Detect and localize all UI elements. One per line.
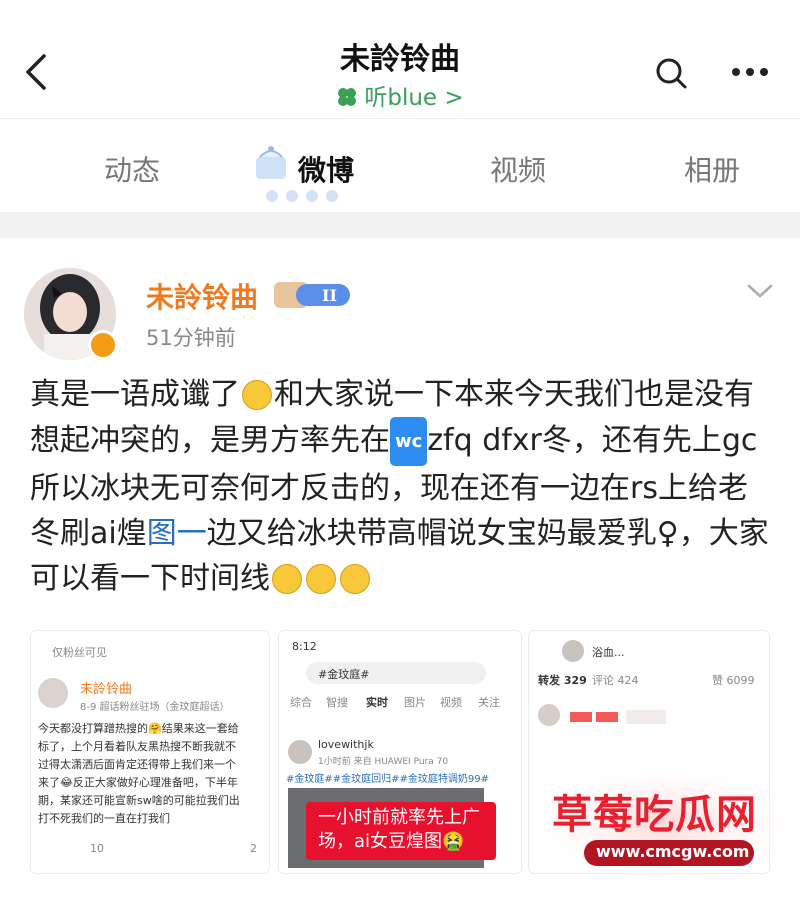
avatar: [38, 678, 68, 708]
avatar: [288, 740, 312, 764]
smile-emoji-icon: [242, 380, 272, 410]
more-icon[interactable]: [730, 66, 770, 78]
image2-status-time: 8:12: [292, 640, 317, 653]
image2-user: lovewithjk: [318, 738, 374, 751]
image2-tab: 关注: [478, 696, 500, 709]
image2-meta: 1小时前 来自 HUAWEI Pura 70: [318, 757, 449, 767]
image2-search-text: #金玟庭#: [318, 668, 370, 681]
image1-meta: 8-9 超话粉丝驻场（金玟庭超话）: [80, 702, 230, 713]
level-badge-text: II: [322, 286, 337, 305]
subtitle-text: 听blue >: [364, 85, 464, 111]
image3-repost: 转发 329: [538, 674, 587, 687]
image2-overlay-text: 一小时前就率先上广场，ai女豆煌图🤮: [318, 807, 480, 852]
profile-tabs: 动态 微博 视频 相册: [0, 118, 800, 212]
image1-comments: 10: [90, 842, 104, 855]
image3-tag: [570, 712, 592, 722]
crying-emoji-icon: [272, 564, 302, 594]
image3-name: 浴血...: [592, 646, 625, 659]
image1-line: 期，某家还可能宣新sw啥的可能拉我们出: [38, 794, 240, 807]
tab-dynamic[interactable]: 动态: [104, 149, 160, 189]
avatar: [562, 640, 584, 662]
post-text-part: 真是一语成谶了: [30, 377, 240, 412]
tab-decoration-icon: [266, 190, 338, 202]
post-time: 51分钟前: [146, 326, 236, 350]
section-divider: [0, 212, 800, 238]
verified-badge-icon: [88, 330, 118, 360]
image2-tab: 实时: [366, 696, 388, 709]
image1-username: 未詅铃曲: [80, 682, 133, 697]
image1-likes: 2: [250, 842, 257, 855]
crying-emoji-icon: [340, 564, 370, 594]
image3-comment: 评论 424: [592, 674, 639, 687]
cake-icon: [256, 146, 286, 179]
post-username[interactable]: 未詅铃曲: [146, 276, 258, 316]
fans-only-label: 仅粉丝可见: [52, 646, 107, 659]
image3-placeholder: [626, 710, 666, 724]
image1-line: 过得太潇洒后面肯定还得带上我们来一个: [38, 758, 236, 771]
post-text: 真是一语成谶了 和大家说一下本来今天我们也是没有想起冲突的，是男方率先在 wc zfq…: [30, 372, 770, 601]
image1-line: 今天都没打算蹭热搜的🤗结果来这一套给: [38, 722, 239, 735]
chevron-down-icon[interactable]: [746, 282, 774, 300]
wc-badge: wc: [390, 417, 428, 466]
watermark-title: 草莓吃瓜网: [552, 792, 757, 838]
post-link[interactable]: 图一: [147, 516, 207, 551]
image2-tab: 智搜: [326, 696, 348, 709]
crying-emoji-icon: [306, 564, 336, 594]
image3-tag: [596, 712, 618, 722]
clover-icon: [338, 88, 357, 106]
image2-tags: #金玟庭##金玟庭回归##金玟庭特调奶99#: [286, 774, 489, 785]
watermark-url: www.cmcgw.com: [596, 842, 750, 861]
avatar: [538, 704, 560, 726]
search-icon[interactable]: [654, 56, 688, 90]
image2-tab: 图片: [404, 696, 426, 709]
image3-like: 赞 6099: [712, 674, 755, 687]
tab-album[interactable]: 相册: [684, 149, 740, 189]
level-badge-icon: II: [274, 282, 350, 308]
image1-line: 打不死我们的一直在打我们: [38, 812, 170, 825]
tab-video[interactable]: 视频: [490, 149, 546, 189]
image1-line: 标了，上个月看着队友黑热搜不断我就不: [38, 740, 236, 753]
image2-tab: 综合: [290, 696, 312, 709]
image1-line: 来了😂反正大家做好心理准备吧，下半年: [38, 776, 238, 789]
image2-tab: 视频: [440, 696, 462, 709]
tab-weibo[interactable]: 微博: [298, 149, 354, 189]
